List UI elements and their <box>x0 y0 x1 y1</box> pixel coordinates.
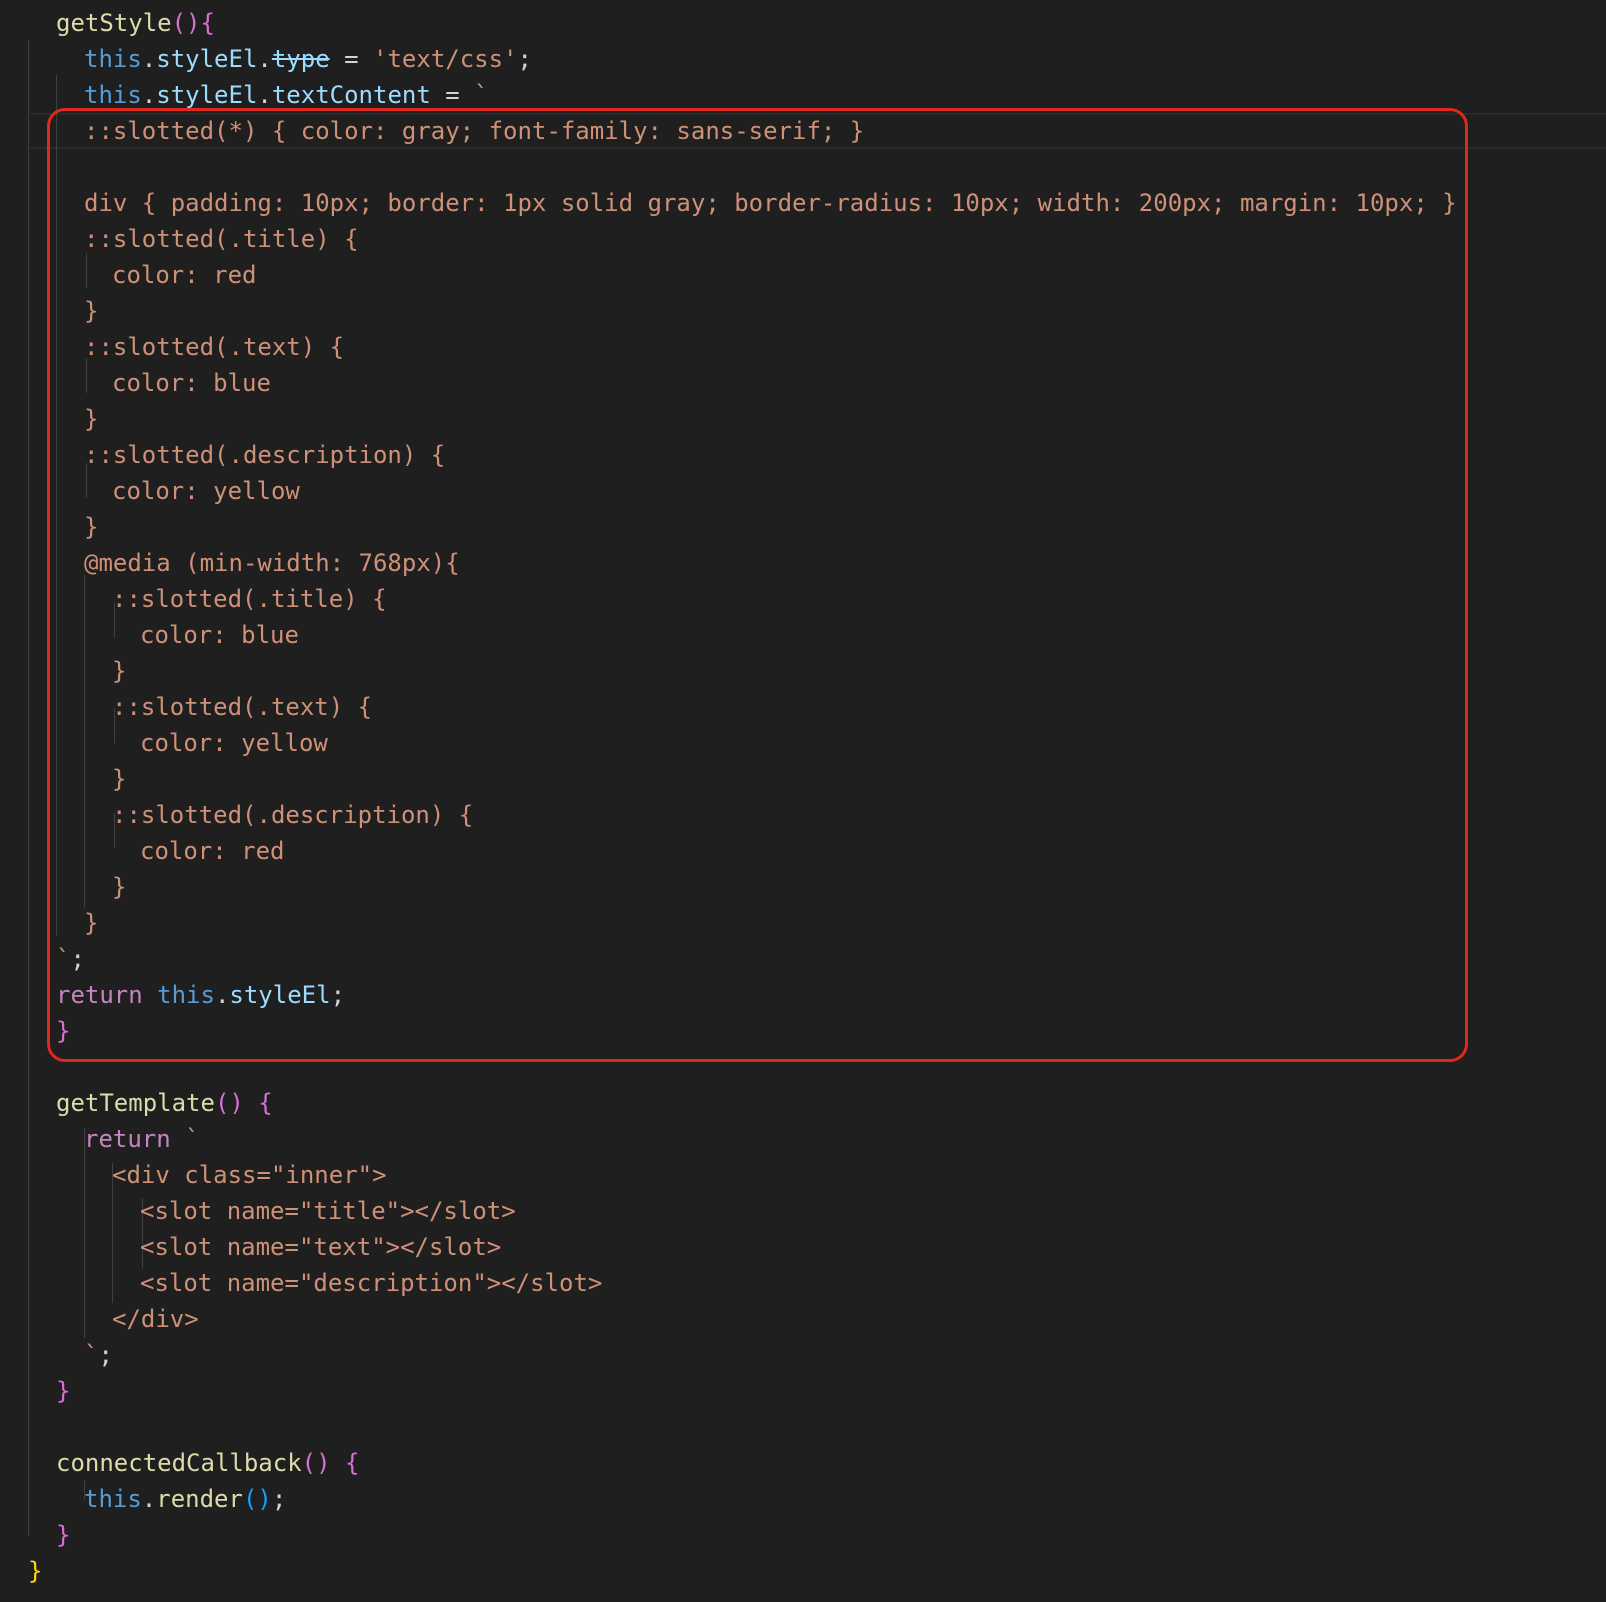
code-token: ` <box>84 1341 99 1369</box>
code-token: } <box>56 1377 71 1405</box>
code-token: (){ <box>171 9 215 37</box>
code-token: textContent <box>271 81 431 109</box>
code-token: <slot name="description"></slot> <box>140 1269 603 1297</box>
code-token: type <box>271 45 330 73</box>
code-token: = <box>430 81 475 109</box>
code-token: <slot name="title"></slot> <box>140 1197 516 1225</box>
code-line[interactable]: </div> <box>112 1301 1606 1337</box>
code-token: . <box>257 81 272 109</box>
code-token: . <box>141 1485 157 1513</box>
indent-guide <box>84 1128 85 1338</box>
code-token: . <box>141 45 157 73</box>
code-token: } <box>28 1557 43 1585</box>
code-line[interactable]: this.styleEl.type = 'text/css'; <box>84 41 1606 77</box>
code-token: getTemplate <box>56 1089 215 1117</box>
code-token: styleEl <box>156 45 258 73</box>
code-line[interactable]: <div class="inner"> <box>112 1157 1606 1193</box>
code-token: ; <box>517 45 532 73</box>
code-token: ; <box>98 1341 113 1369</box>
code-token: 'text/css' <box>373 45 518 73</box>
code-line[interactable]: getStyle(){ <box>56 5 1606 41</box>
code-token: <div class="inner"> <box>112 1161 387 1189</box>
code-token: ` <box>474 81 489 109</box>
code-token: = <box>329 45 374 73</box>
annotation-highlight-box <box>47 108 1468 1062</box>
code-token: () { <box>214 1089 273 1117</box>
code-token: getStyle <box>56 9 172 37</box>
code-token: } <box>56 1521 71 1549</box>
code-token: () <box>242 1485 272 1513</box>
code-line[interactable]: <slot name="title"></slot> <box>140 1193 1606 1229</box>
code-token: ; <box>271 1485 287 1513</box>
code-token: <slot name="text"></slot> <box>140 1233 502 1261</box>
code-token: () { <box>301 1449 360 1477</box>
code-token: styleEl <box>156 81 258 109</box>
code-line[interactable]: getTemplate() { <box>56 1085 1606 1121</box>
code-line[interactable]: this.render(); <box>84 1481 1606 1517</box>
indent-guide <box>28 40 29 1536</box>
code-token: . <box>141 81 157 109</box>
code-line[interactable]: <slot name="text"></slot> <box>140 1229 1606 1265</box>
code-editor[interactable]: getStyle(){this.styleEl.type = 'text/css… <box>0 0 1606 1602</box>
code-token: return <box>84 1125 171 1153</box>
code-line[interactable]: <slot name="description"></slot> <box>140 1265 1606 1301</box>
code-token: </div> <box>112 1305 199 1333</box>
code-line[interactable]: } <box>56 1517 1606 1553</box>
code-token: this <box>84 45 142 73</box>
code-token: this <box>84 81 142 109</box>
code-token: render <box>156 1485 243 1513</box>
code-line[interactable] <box>56 1409 1606 1445</box>
code-line[interactable]: connectedCallback() { <box>56 1445 1606 1481</box>
code-line[interactable]: } <box>56 1373 1606 1409</box>
code-line[interactable]: `; <box>84 1337 1606 1373</box>
code-token: ` <box>170 1125 200 1153</box>
code-line[interactable]: return ` <box>84 1121 1606 1157</box>
code-token: connectedCallback <box>56 1449 302 1477</box>
code-token: this <box>84 1485 142 1513</box>
code-line[interactable]: } <box>28 1553 1606 1589</box>
code-token: . <box>257 45 272 73</box>
